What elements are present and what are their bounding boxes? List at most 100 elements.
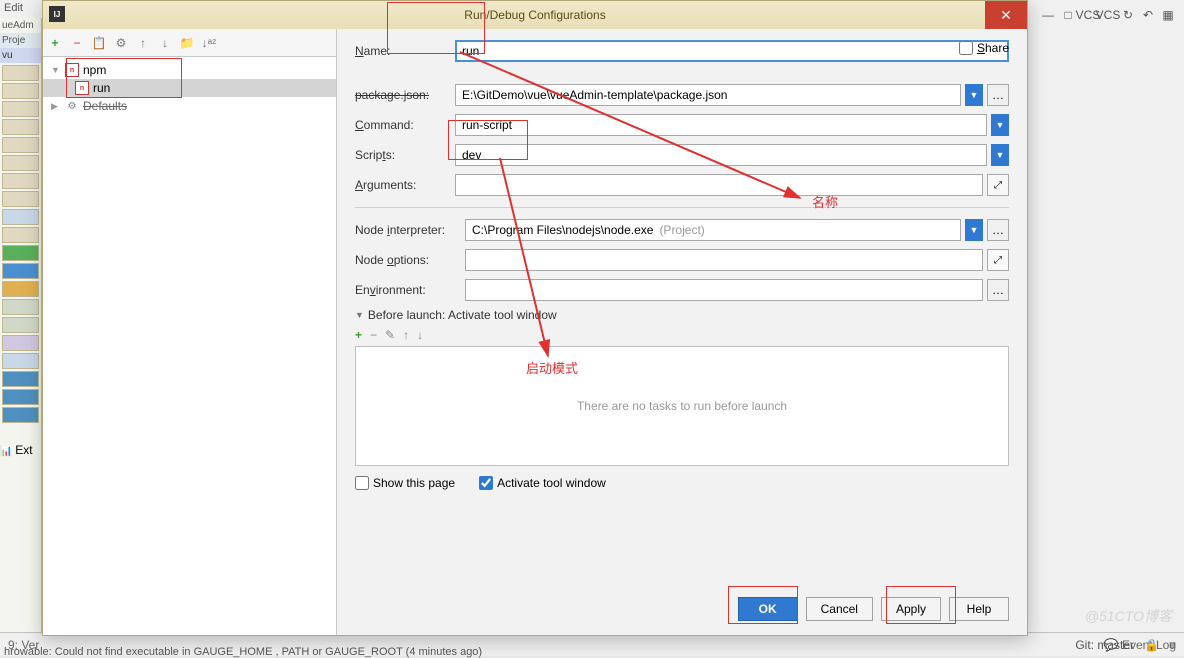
file-item[interactable] <box>2 317 39 333</box>
scripts-dropdown[interactable]: dev <box>455 144 987 166</box>
scripts-label: Scripts: <box>355 148 455 162</box>
config-tree[interactable]: ▼ n npm n run ▶ ⚙ Defaults <box>43 57 336 635</box>
empty-tasks-text: There are no tasks to run before launch <box>577 399 787 413</box>
tree-run[interactable]: n run <box>43 79 336 97</box>
share-checkbox-row[interactable]: SSharehare <box>959 41 1009 55</box>
add-config-icon[interactable]: + <box>47 35 63 51</box>
node-options-label: Node options: <box>355 253 465 267</box>
more-icon[interactable]: ≡ <box>1169 638 1176 652</box>
dropdown-arrow-icon[interactable]: ▼ <box>965 84 983 106</box>
package-dropdown[interactable]: E:\GitDemo\vue\vueAdmin-template\package… <box>455 84 961 106</box>
file-item[interactable] <box>2 281 39 297</box>
remove-task-icon[interactable]: − <box>370 328 377 342</box>
project-tab[interactable]: Proje <box>0 33 41 48</box>
vcs-icon[interactable]: VCS <box>1080 7 1096 23</box>
git-branch[interactable]: Git: master <box>1075 638 1134 652</box>
node-interpreter-dropdown[interactable]: C:\Program Files\nodejs\node.exe(Project… <box>465 219 961 241</box>
move-up-icon[interactable]: ↑ <box>135 35 151 51</box>
folder-item[interactable] <box>2 155 39 171</box>
menu-edit[interactable]: Edit <box>0 2 23 14</box>
ext-label[interactable]: 📊 Ext <box>0 443 41 457</box>
maximize-icon[interactable]: □ <box>1060 7 1076 23</box>
run-debug-dialog: IJ Run/Debug Configurations ✕ + − 📋 ⚙ ↑ … <box>42 0 1028 636</box>
command-dropdown[interactable]: run-script <box>455 114 987 136</box>
vcs2-icon[interactable]: VCS <box>1100 7 1116 23</box>
refresh-icon[interactable]: ↻ <box>1120 7 1136 23</box>
back-icon[interactable]: ↶ <box>1140 7 1156 23</box>
file-item[interactable] <box>2 245 39 261</box>
move-down-icon[interactable]: ↓ <box>157 35 173 51</box>
npm-icon: n <box>75 81 89 95</box>
add-task-icon[interactable]: + <box>355 328 362 342</box>
file-item[interactable] <box>2 299 39 315</box>
activate-checkbox[interactable] <box>479 476 493 490</box>
show-page-checkbox[interactable] <box>355 476 369 490</box>
move-down-icon[interactable]: ↓ <box>417 328 423 342</box>
folder-item[interactable] <box>2 137 39 153</box>
expand-icon[interactable]: ⤢ <box>987 249 1009 271</box>
collapse-icon[interactable]: ▼ <box>355 310 364 320</box>
ok-button[interactable]: OK <box>738 597 798 621</box>
dropdown-arrow-icon[interactable]: ▼ <box>991 114 1009 136</box>
chevron-right-icon[interactable]: ▶ <box>51 101 61 112</box>
dialog-titlebar[interactable]: IJ Run/Debug Configurations ✕ <box>43 1 1027 29</box>
file-item[interactable] <box>2 407 39 423</box>
file-item[interactable] <box>2 353 39 369</box>
arguments-label: Arguments: <box>355 178 455 192</box>
chevron-down-icon[interactable]: ▼ <box>51 65 61 75</box>
dialog-title-text: Run/Debug Configurations <box>464 8 605 22</box>
browse-button[interactable]: … <box>987 219 1009 241</box>
browse-button[interactable]: … <box>987 84 1009 106</box>
remove-config-icon[interactable]: − <box>69 35 85 51</box>
node-options-input[interactable] <box>465 249 983 271</box>
environment-input[interactable] <box>465 279 983 301</box>
minimize-icon[interactable]: — <box>1040 7 1056 23</box>
sort-icon[interactable]: ↓ᵃᶻ <box>201 35 217 51</box>
folder-item[interactable] <box>2 101 39 117</box>
file-item[interactable] <box>2 335 39 351</box>
dropdown-arrow-icon[interactable]: ▼ <box>991 144 1009 166</box>
settings-icon[interactable]: ▦ <box>1160 7 1176 23</box>
share-checkbox[interactable] <box>959 41 973 55</box>
folder-icon[interactable]: 📁 <box>179 35 195 51</box>
file-item[interactable] <box>2 389 39 405</box>
cancel-button[interactable]: Cancel <box>806 597 873 621</box>
tree-npm-label: npm <box>83 63 106 77</box>
edit-task-icon[interactable]: ✎ <box>385 328 395 342</box>
help-button[interactable]: Help <box>949 597 1009 621</box>
arguments-input[interactable] <box>455 174 983 196</box>
file-item[interactable] <box>2 209 39 225</box>
tree-npm[interactable]: ▼ n npm <box>43 61 336 79</box>
move-up-icon[interactable]: ↑ <box>403 328 409 342</box>
folder-item[interactable] <box>2 119 39 135</box>
folder-item[interactable] <box>2 83 39 99</box>
file-item[interactable] <box>2 227 39 243</box>
lock-icon[interactable]: 🔒 <box>1144 638 1159 652</box>
name-label: Name: <box>355 44 455 58</box>
close-button[interactable]: ✕ <box>985 1 1027 29</box>
error-throwable: hrowable: Could not find executable in G… <box>0 646 482 658</box>
name-input[interactable] <box>455 40 1009 62</box>
apply-button[interactable]: Apply <box>881 597 941 621</box>
folder-item[interactable] <box>2 173 39 189</box>
before-launch-header[interactable]: ▼ Before launch: Activate tool window <box>355 308 1009 322</box>
folder-item[interactable] <box>2 191 39 207</box>
intellij-icon: IJ <box>49 6 65 22</box>
package-label: package.json: <box>355 88 455 102</box>
before-launch-list[interactable]: There are no tasks to run before launch <box>355 346 1009 466</box>
copy-config-icon[interactable]: 📋 <box>91 35 107 51</box>
vu-label[interactable]: vu <box>0 48 41 63</box>
activate-checkbox-row[interactable]: Activate tool window <box>479 476 606 490</box>
expand-icon[interactable]: ⤢ <box>987 174 1009 196</box>
folder-item[interactable] <box>2 65 39 81</box>
file-item[interactable] <box>2 263 39 279</box>
file-item[interactable] <box>2 371 39 387</box>
browse-button[interactable]: … <box>987 279 1009 301</box>
share-label: SSharehare <box>977 41 1009 55</box>
show-page-checkbox-row[interactable]: Show this page <box>355 476 455 490</box>
tree-defaults[interactable]: ▶ ⚙ Defaults <box>43 97 336 115</box>
settings-config-icon[interactable]: ⚙ <box>113 35 129 51</box>
dropdown-arrow-icon[interactable]: ▼ <box>965 219 983 241</box>
node-interpreter-label: Node interpreter: <box>355 223 465 237</box>
environment-label: Environment: <box>355 283 465 297</box>
